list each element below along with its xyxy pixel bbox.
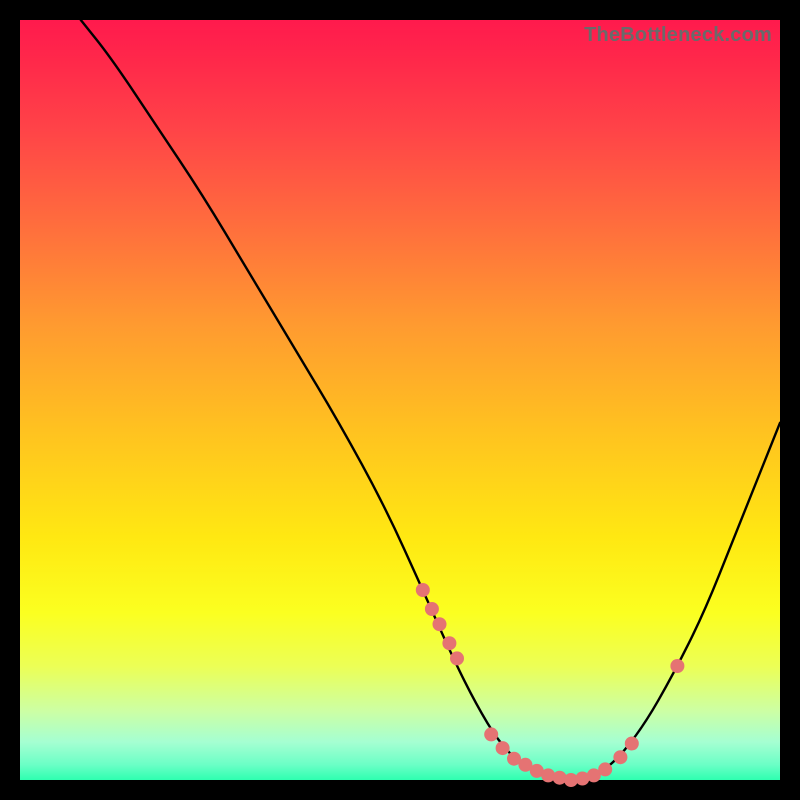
highlight-dot	[416, 583, 430, 597]
highlight-dot	[496, 741, 510, 755]
highlight-dots-group	[416, 583, 685, 787]
chart-frame: TheBottleneck.com	[20, 20, 780, 780]
highlight-dot	[670, 659, 684, 673]
highlight-dot	[598, 762, 612, 776]
curve-svg	[20, 20, 780, 780]
highlight-dot	[433, 617, 447, 631]
highlight-dot	[425, 602, 439, 616]
highlight-dot	[484, 727, 498, 741]
plot-area: TheBottleneck.com	[20, 20, 780, 780]
highlight-dot	[450, 651, 464, 665]
highlight-dot	[442, 636, 456, 650]
highlight-dot	[625, 737, 639, 751]
highlight-dot	[613, 750, 627, 764]
